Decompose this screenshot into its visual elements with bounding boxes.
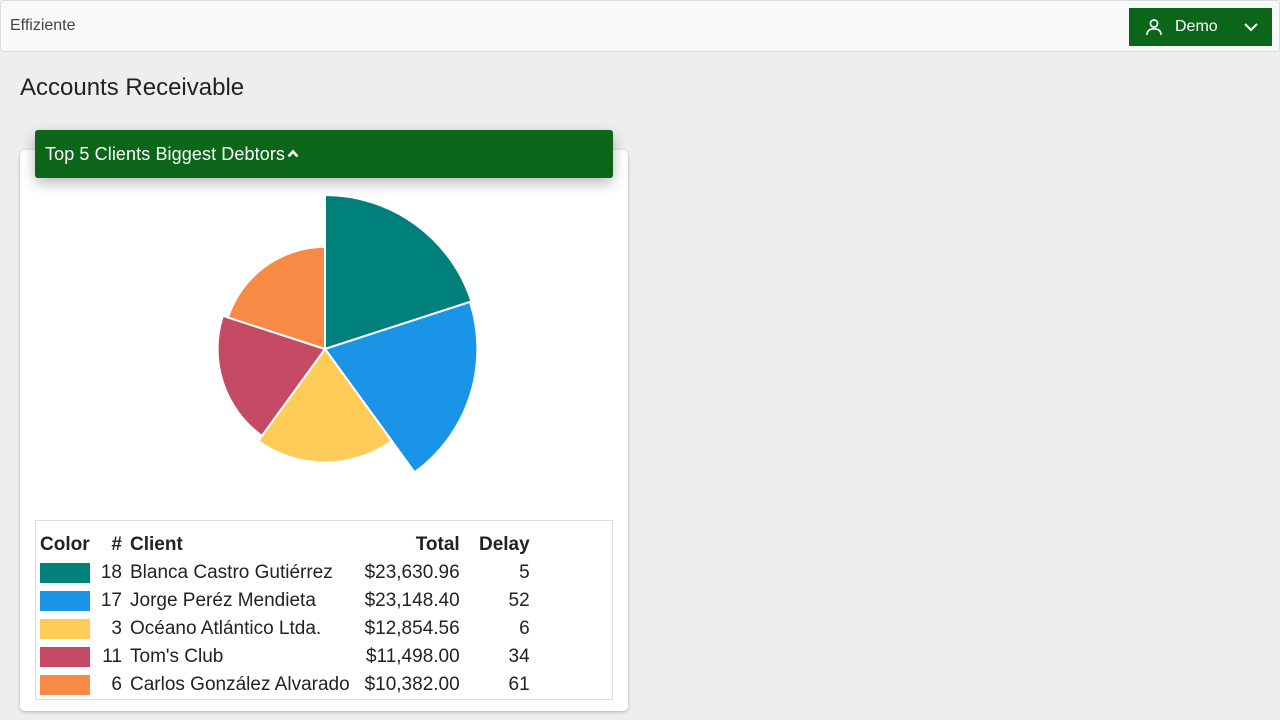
client-total: $12,854.56: [364, 618, 460, 639]
header-client: Client: [130, 534, 183, 555]
table-header-row: Color # Client Total Delay: [38, 531, 532, 559]
header-number: #: [111, 534, 122, 555]
table-row: 3 Océano Atlántico Ltda. $12,854.56 6: [38, 615, 532, 643]
debtors-pie-chart: [216, 193, 479, 474]
user-name: Demo: [1175, 18, 1218, 35]
client-delay: 6: [519, 618, 530, 639]
header-color: Color: [40, 534, 90, 555]
client-total: $11,498.00: [365, 646, 460, 667]
header-total: Total: [415, 534, 460, 555]
client-name: Océano Atlántico Ltda.: [130, 618, 322, 639]
color-swatch: [40, 646, 90, 667]
client-number: 3: [111, 618, 122, 639]
color-swatch: [40, 618, 90, 639]
user-icon: [1146, 19, 1162, 36]
client-number: 17: [100, 590, 122, 611]
chevron-down-icon: [1244, 23, 1258, 32]
client-number: 11: [102, 646, 122, 667]
client-name: Carlos González Alvarado: [130, 674, 350, 695]
legend-table-box: Color # Client Total Delay 18 Blanca Cas…: [35, 520, 613, 700]
brand-name[interactable]: Effiziente: [10, 17, 76, 35]
color-swatch: [40, 674, 90, 695]
client-name: Tom's Club: [130, 646, 224, 667]
color-swatch: [40, 590, 90, 611]
client-delay: 34: [508, 646, 530, 667]
table-row: 17 Jorge Peréz Mendieta $23,148.40 52: [38, 587, 532, 615]
chevron-up-icon: [287, 149, 299, 158]
debtors-table: Color # Client Total Delay 18 Blanca Cas…: [38, 531, 532, 699]
client-number: 6: [111, 674, 122, 695]
client-delay: 61: [508, 674, 530, 695]
client-total: $23,148.40: [364, 590, 460, 611]
top-navbar: Effiziente Demo: [0, 0, 1280, 52]
table-row: 6 Carlos González Alvarado $10,382.00 61: [38, 671, 532, 699]
client-delay: 5: [519, 562, 530, 583]
client-total: $10,382.00: [364, 674, 460, 695]
table-row: 18 Blanca Castro Gutiérrez $23,630.96 5: [38, 559, 532, 587]
client-name: Blanca Castro Gutiérrez: [130, 562, 333, 583]
card-header-toggle[interactable]: Top 5 Clients Biggest Debtors: [35, 130, 613, 178]
client-total: $23,630.96: [364, 562, 460, 583]
color-swatch: [40, 562, 90, 583]
client-number: 18: [100, 562, 122, 583]
table-row: 11 Tom's Club $11,498.00 34: [38, 643, 532, 671]
header-delay: Delay: [478, 534, 530, 555]
client-delay: 52: [508, 590, 530, 611]
user-menu-button[interactable]: Demo: [1129, 8, 1272, 46]
card-title: Top 5 Clients Biggest Debtors: [45, 144, 286, 164]
client-name: Jorge Peréz Mendieta: [130, 590, 316, 611]
page-title: Accounts Receivable: [20, 74, 245, 101]
